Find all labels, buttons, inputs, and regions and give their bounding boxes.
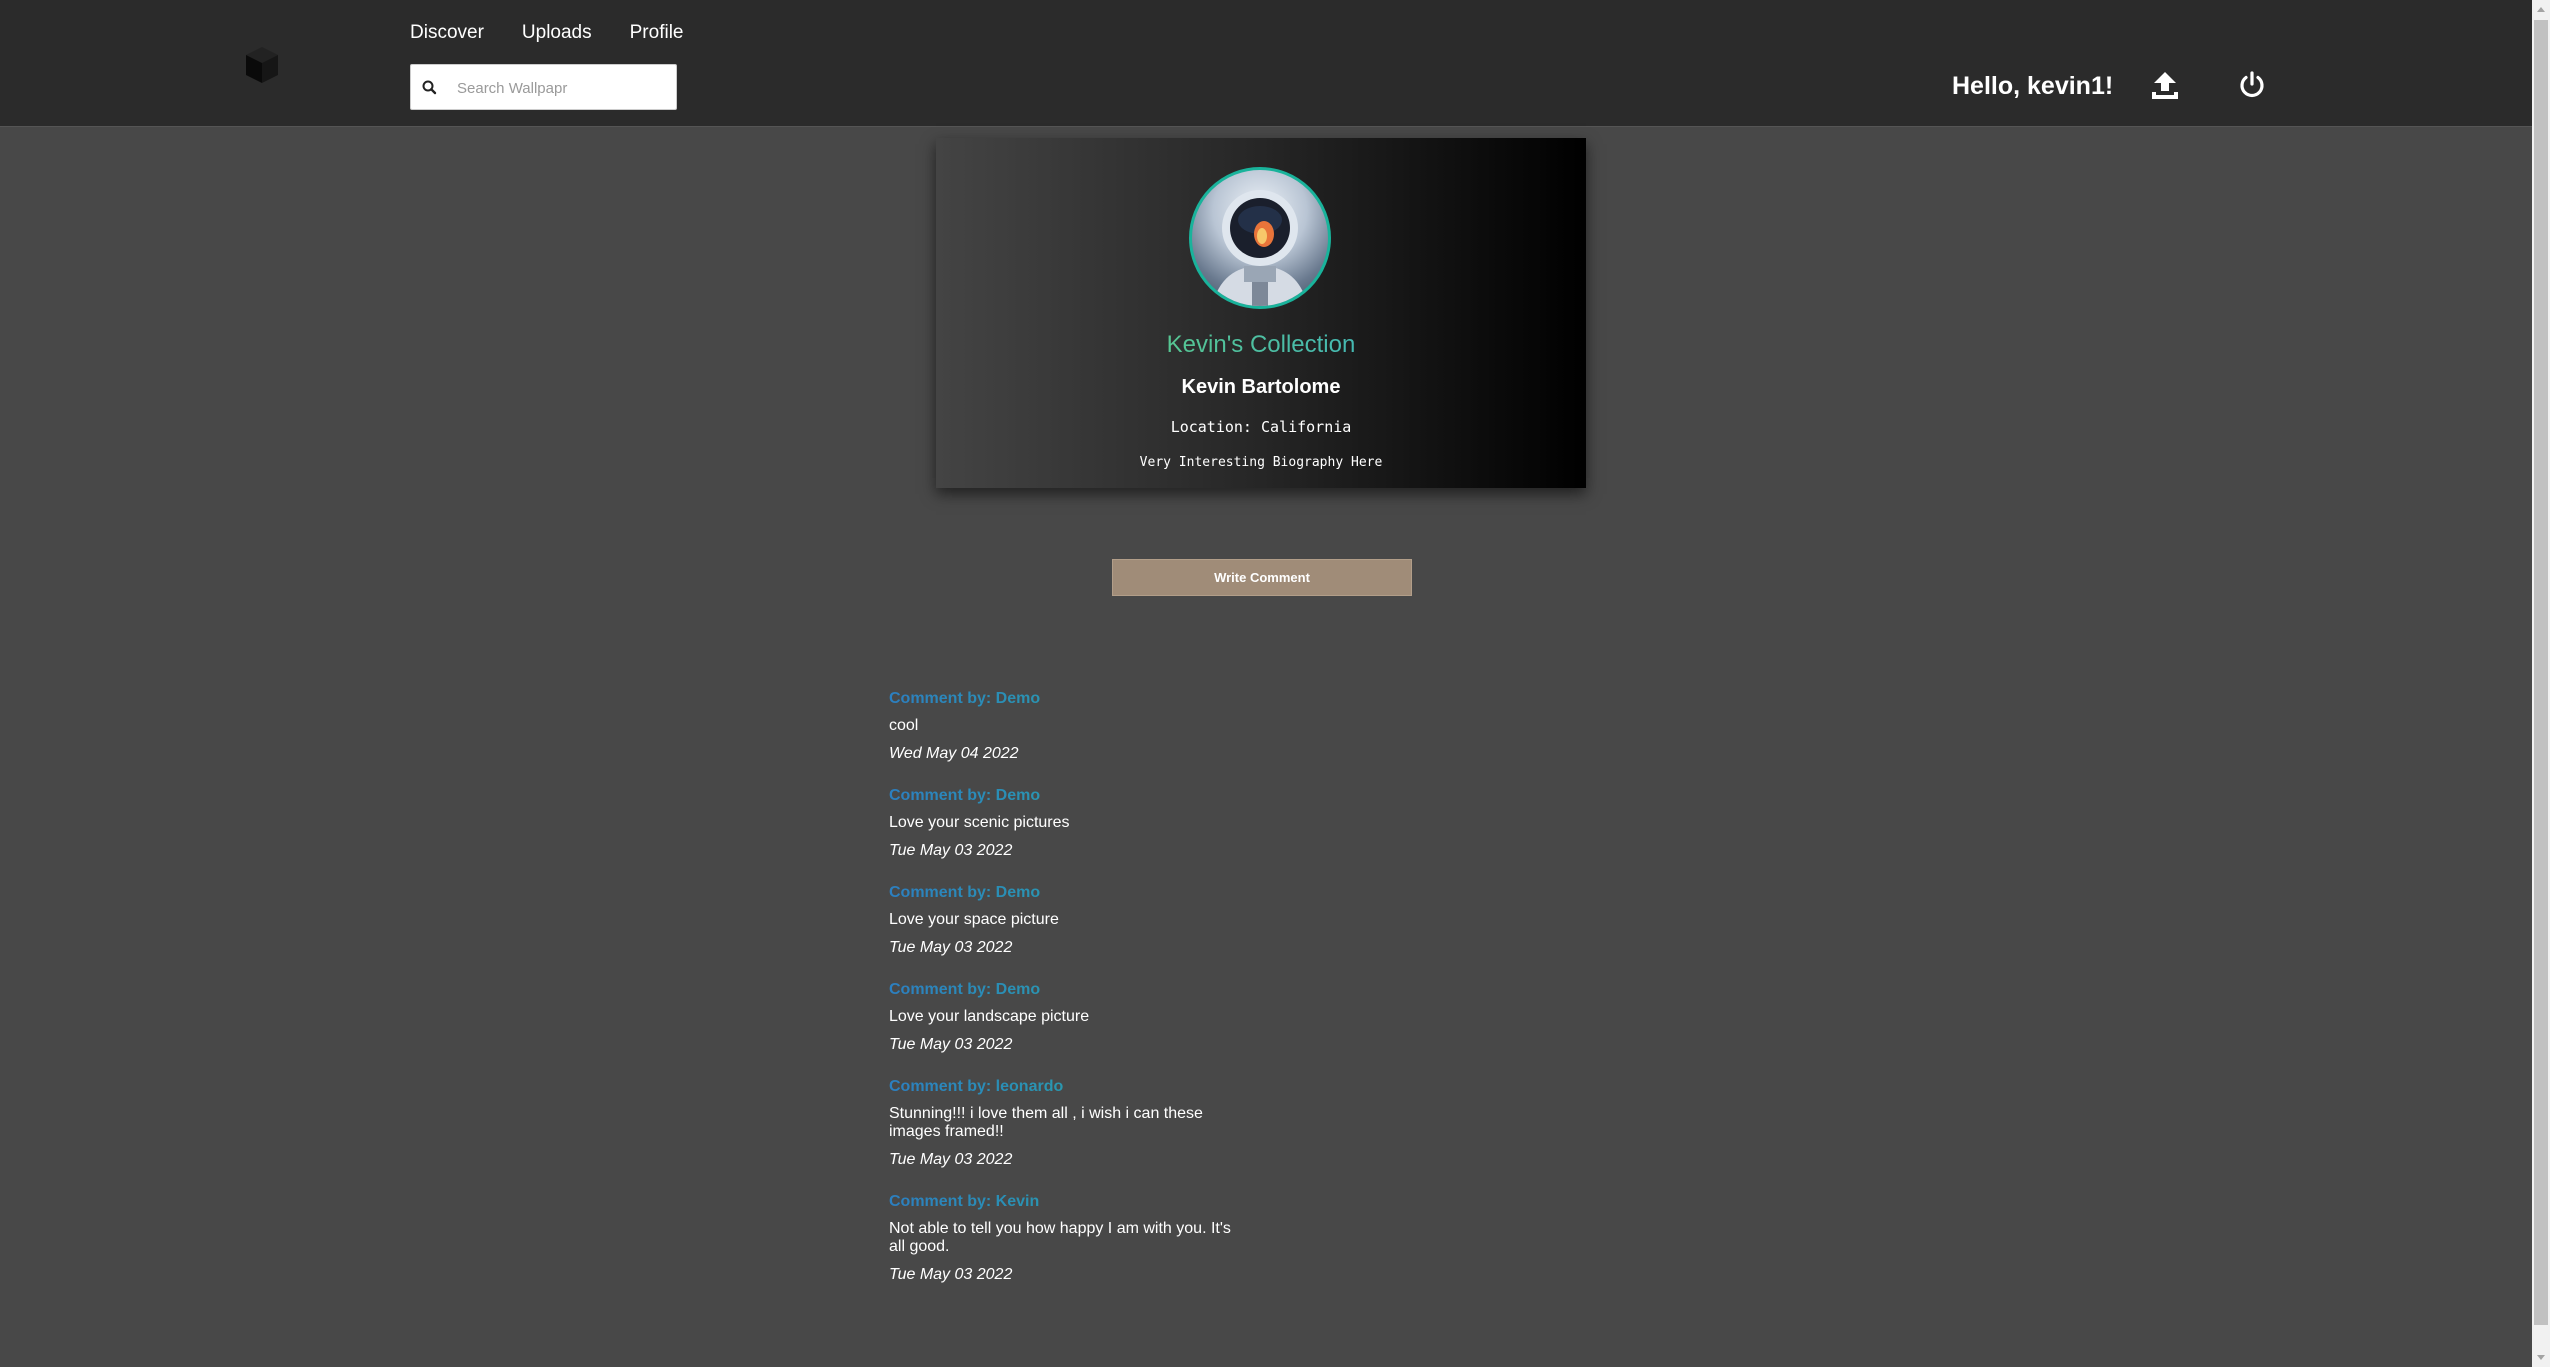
scroll-up-arrow-icon[interactable] xyxy=(2537,7,2545,12)
cube-logo-icon[interactable] xyxy=(244,45,280,85)
astronaut-avatar-icon xyxy=(1212,190,1308,306)
comment-author: Comment by: leonardo xyxy=(889,1078,1239,1096)
comment-text: Love your space picture xyxy=(889,911,1059,928)
comment-text: Stunning!!! i love them all , i wish i c… xyxy=(889,1105,1203,1140)
scrollbar-thumb[interactable] xyxy=(2534,20,2548,1325)
astronaut-avatar xyxy=(1189,167,1331,309)
comment-item: Comment by: Demo Love your space picture… xyxy=(889,884,1239,957)
comment-author: Comment by: Kevin xyxy=(889,1193,1239,1211)
comment-item: Comment by: Demo Love your landscape pic… xyxy=(889,981,1239,1054)
upload-icon[interactable] xyxy=(2150,70,2180,102)
profile-location: Location: California xyxy=(1170,418,1352,436)
write-comment-button[interactable]: Write Comment xyxy=(1112,559,1412,596)
comment-text: Not able to tell you how happy I am with… xyxy=(889,1220,1231,1255)
comment-date: Tue May 03 2022 xyxy=(889,1036,1013,1053)
nav-discover-link[interactable]: Discover xyxy=(410,22,484,44)
comment-date: Tue May 03 2022 xyxy=(889,1151,1013,1168)
nav-profile-link[interactable]: Profile xyxy=(630,22,684,44)
comment-date: Tue May 03 2022 xyxy=(889,939,1013,956)
profile-full-name: Kevin Bartolome xyxy=(1181,376,1341,398)
comment-text: cool xyxy=(889,717,919,734)
search-icon xyxy=(422,80,437,95)
search-box[interactable] xyxy=(410,64,677,111)
scroll-down-arrow-icon[interactable] xyxy=(2537,1355,2545,1360)
search-input[interactable] xyxy=(455,65,674,111)
page-scrollbar[interactable] xyxy=(2532,0,2550,1367)
comment-text: Love your scenic pictures xyxy=(889,814,1070,831)
comment-list: Comment by: Demo cool Wed May 04 2022 Co… xyxy=(889,690,1239,1308)
nav-links: Discover Uploads Profile xyxy=(410,22,683,44)
power-icon[interactable] xyxy=(2237,70,2267,100)
profile-bio: Very Interesting Biography Here xyxy=(1139,455,1383,470)
comment-item: Comment by: Demo cool Wed May 04 2022 xyxy=(889,690,1239,763)
nav-uploads-link[interactable]: Uploads xyxy=(522,22,592,44)
comment-item: Comment by: Kevin Not able to tell you h… xyxy=(889,1193,1239,1284)
comment-item: Comment by: leonardo Stunning!!! i love … xyxy=(889,1078,1239,1169)
comment-author: Comment by: Demo xyxy=(889,690,1239,708)
comment-date: Tue May 03 2022 xyxy=(889,1266,1013,1283)
greeting-text: Hello, kevin1! xyxy=(1952,72,2114,100)
comment-date: Wed May 04 2022 xyxy=(889,745,1019,762)
profile-card: Kevin's Collection Kevin Bartolome Locat… xyxy=(936,138,1586,488)
comment-author: Comment by: Demo xyxy=(889,981,1239,999)
comment-author: Comment by: Demo xyxy=(889,787,1239,805)
top-navbar: Discover Uploads Profile Hello, kevin1! xyxy=(0,0,2532,127)
collection-title: Kevin's Collection xyxy=(936,331,1586,359)
comment-item: Comment by: Demo Love your scenic pictur… xyxy=(889,787,1239,860)
comment-date: Tue May 03 2022 xyxy=(889,842,1013,859)
comment-text: Love your landscape picture xyxy=(889,1008,1090,1025)
comment-author: Comment by: Demo xyxy=(889,884,1239,902)
